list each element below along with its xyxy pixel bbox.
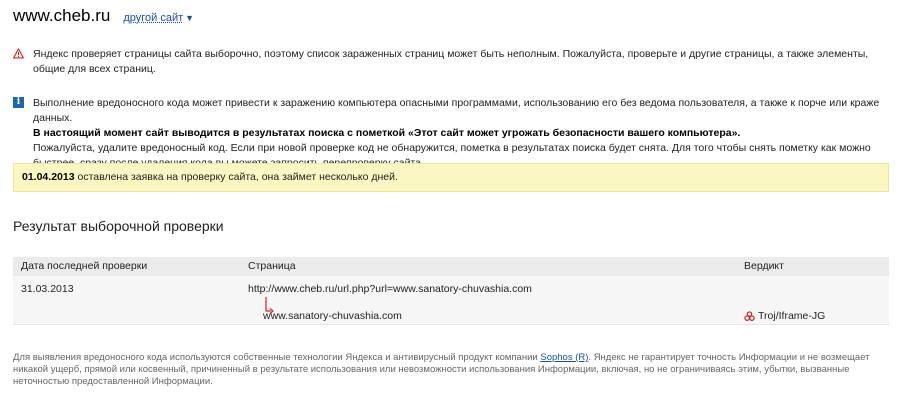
footer-disclaimer: Для выявления вредоносного кода использу… (13, 352, 889, 388)
partial-check-warning: Яндекс проверяет страницы сайта выборочн… (13, 47, 889, 77)
recheck-request-banner: 01.04.2013 оставлена заявка на проверку … (13, 163, 889, 192)
biohazard-icon (744, 310, 755, 321)
redirect-target: www.sanatory-chuvashia.com (263, 310, 402, 322)
partial-check-warning-text: Яндекс проверяет страницы сайта выборочн… (33, 48, 869, 75)
request-text: оставлена заявка на проверку сайта, она … (77, 171, 398, 183)
request-date: 01.04.2013 (22, 171, 75, 183)
site-title: www.cheb.ru (13, 6, 111, 25)
malware-info-text: Выполнение вредоносного кода может приве… (33, 97, 880, 124)
warning-icon (13, 48, 24, 59)
table-header: Дата последней проверки Страница Вердикт (13, 257, 889, 276)
other-site-dropdown[interactable]: другой сайт ▼ (123, 12, 194, 24)
results-table: Дата последней проверки Страница Вердикт… (13, 257, 889, 325)
column-header-page: Страница (248, 260, 296, 272)
result-title: Результат выборочной проверки (13, 218, 224, 234)
footer-text-before: Для выявления вредоносного кода использу… (13, 352, 538, 363)
verdict: Troj/Iframe-JG (744, 310, 825, 322)
table-row: 31.03.2013 http://www.cheb.ru/url.php?ur… (13, 276, 889, 325)
malware-info: i Выполнение вредоносного кода может при… (13, 96, 889, 171)
info-icon: i (13, 97, 24, 108)
malware-search-mark-text: В настоящий момент сайт выводится в резу… (33, 127, 741, 139)
verdict-text: Troj/Iframe-JG (758, 310, 826, 322)
column-header-date: Дата последней проверки (21, 260, 148, 272)
check-date: 31.03.2013 (21, 283, 74, 295)
sophos-link[interactable]: Sophos (R) (540, 352, 588, 363)
chevron-down-icon[interactable]: ▼ (185, 13, 194, 23)
column-header-verdict: Вердикт (744, 260, 784, 272)
infected-page-url: http://www.cheb.ru/url.php?url=www.sanat… (248, 283, 532, 295)
site-header: www.cheb.ru другой сайт ▼ (13, 6, 194, 28)
other-site-label[interactable]: другой сайт (123, 12, 183, 24)
